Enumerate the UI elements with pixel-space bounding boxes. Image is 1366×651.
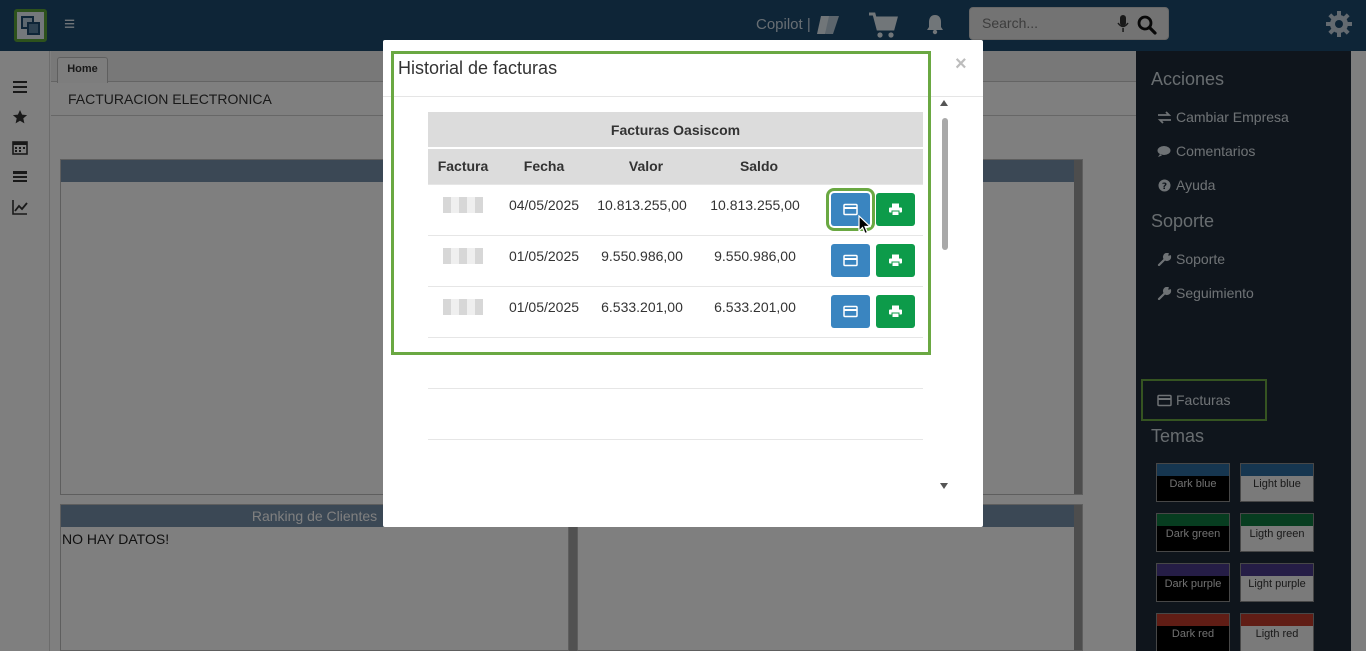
- pay-invoice-button[interactable]: [831, 294, 870, 328]
- fecha-cell: 04/05/2025: [498, 183, 590, 235]
- factura-redacted: [428, 234, 498, 286]
- fecha-cell: 01/05/2025: [498, 285, 590, 337]
- print-invoice-button[interactable]: [876, 243, 915, 277]
- pay-invoice-button[interactable]: [831, 243, 870, 277]
- credit-card-icon: [843, 203, 858, 215]
- valor-cell: 9.550.986,00: [590, 234, 702, 286]
- saldo-cell: 6.533.201,00: [702, 285, 816, 337]
- factura-redacted: [428, 285, 498, 337]
- pay-invoice-button[interactable]: [826, 187, 875, 231]
- table-row: 01/05/2025 6.533.201,00 6.533.201,00: [428, 285, 923, 337]
- scroll-thumb[interactable]: [942, 118, 948, 250]
- print-icon: [889, 254, 902, 267]
- print-icon: [889, 305, 902, 318]
- table-row: 04/05/2025 10.813.255,00 10.813.255,00: [428, 183, 923, 235]
- actions-cell: [816, 285, 923, 337]
- invoice-history-modal: Historial de facturas × Facturas Oasisco…: [383, 40, 983, 527]
- col-factura: Factura: [428, 148, 498, 184]
- fecha-cell: 01/05/2025: [498, 234, 590, 286]
- factura-redacted: [428, 183, 498, 235]
- actions-cell: [816, 183, 923, 235]
- col-fecha: Fecha: [498, 148, 590, 184]
- actions-cell: [816, 234, 923, 286]
- close-icon[interactable]: ×: [955, 53, 967, 76]
- modal-title: Historial de facturas: [398, 58, 558, 78]
- valor-cell: 10.813.255,00: [590, 183, 702, 235]
- credit-card-icon: [843, 254, 858, 266]
- modal-header: Historial de facturas ×: [383, 40, 983, 97]
- print-invoice-button[interactable]: [876, 192, 915, 226]
- modal-scrollbar[interactable]: [936, 100, 954, 495]
- table-row: 01/05/2025 9.550.986,00 9.550.986,00: [428, 234, 923, 286]
- table-caption: Facturas Oasiscom: [428, 112, 923, 149]
- valor-cell: 6.533.201,00: [590, 285, 702, 337]
- invoice-table: Facturas Oasiscom Factura Fecha Valor Sa…: [428, 112, 923, 490]
- col-valor: Valor: [590, 148, 702, 184]
- scroll-down-arrow[interactable]: [940, 483, 948, 489]
- print-icon: [889, 203, 902, 216]
- col-saldo: Saldo: [702, 148, 816, 184]
- credit-card-icon: [843, 305, 858, 317]
- saldo-cell: 9.550.986,00: [702, 234, 816, 286]
- empty-row: [428, 336, 923, 388]
- print-invoice-button[interactable]: [876, 294, 915, 328]
- scroll-up-arrow[interactable]: [940, 100, 948, 106]
- empty-row: [428, 438, 923, 490]
- saldo-cell: 10.813.255,00: [702, 183, 816, 235]
- col-actions: [816, 148, 923, 184]
- empty-row: [428, 387, 923, 439]
- modal-body: Facturas Oasiscom Factura Fecha Valor Sa…: [383, 98, 983, 527]
